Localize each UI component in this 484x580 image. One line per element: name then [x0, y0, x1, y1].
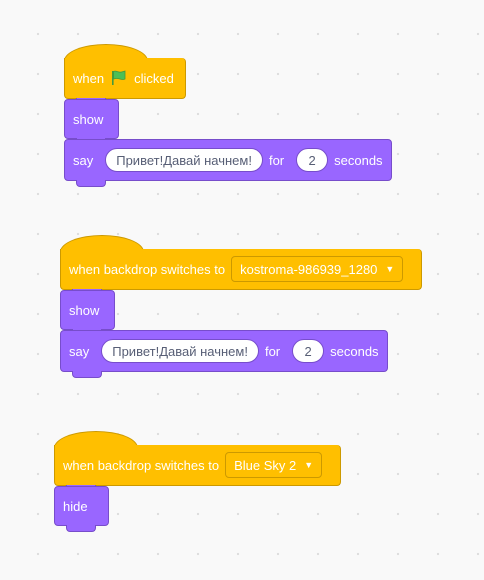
dropdown-caret-icon: ▼ — [304, 460, 314, 470]
backdrop-dropdown-value: Blue Sky 2 — [234, 457, 297, 473]
hide-block[interactable]: hide — [54, 486, 109, 526]
for-label: for — [264, 343, 281, 359]
when-flag-clicked-block[interactable]: when clicked — [64, 58, 186, 99]
when-backdrop-label: when backdrop switches to — [63, 457, 220, 473]
when-backdrop-label: when backdrop switches to — [69, 261, 226, 277]
seconds-input[interactable]: 2 — [296, 148, 329, 172]
backdrop-dropdown[interactable]: Blue Sky 2 ▼ — [225, 452, 323, 478]
seconds-label: seconds — [334, 152, 383, 168]
show-block[interactable]: show — [60, 290, 115, 330]
when-backdrop-switches-block[interactable]: when backdrop switches to Blue Sky 2 ▼ — [54, 445, 341, 486]
say-message-input[interactable]: Привет!Давай начнем! — [105, 148, 263, 172]
clicked-label: clicked — [134, 70, 174, 86]
seconds-input[interactable]: 2 — [292, 339, 325, 363]
dropdown-caret-icon: ▼ — [385, 264, 395, 274]
say-label: say — [73, 152, 94, 168]
show-label: show — [73, 111, 104, 127]
seconds-label: seconds — [330, 343, 379, 359]
say-label: say — [69, 343, 90, 359]
backdrop-dropdown-value: kostroma-986939_1280 — [240, 261, 378, 277]
backdrop-dropdown[interactable]: kostroma-986939_1280 ▼ — [231, 256, 404, 282]
say-message-input[interactable]: Привет!Давай начнем! — [101, 339, 259, 363]
show-block[interactable]: show — [64, 99, 119, 139]
notch — [72, 371, 102, 378]
for-label: for — [268, 152, 285, 168]
say-for-seconds-block[interactable]: say Привет!Давай начнем! for 2 seconds — [64, 139, 392, 181]
when-backdrop-switches-block[interactable]: when backdrop switches to kostroma-98693… — [60, 249, 422, 290]
hide-label: hide — [63, 498, 88, 514]
notch — [76, 180, 106, 187]
when-label: when — [73, 70, 105, 86]
say-for-seconds-block[interactable]: say Привет!Давай начнем! for 2 seconds — [60, 330, 388, 372]
show-label: show — [69, 302, 100, 318]
green-flag-icon — [110, 69, 128, 87]
notch — [66, 525, 96, 532]
